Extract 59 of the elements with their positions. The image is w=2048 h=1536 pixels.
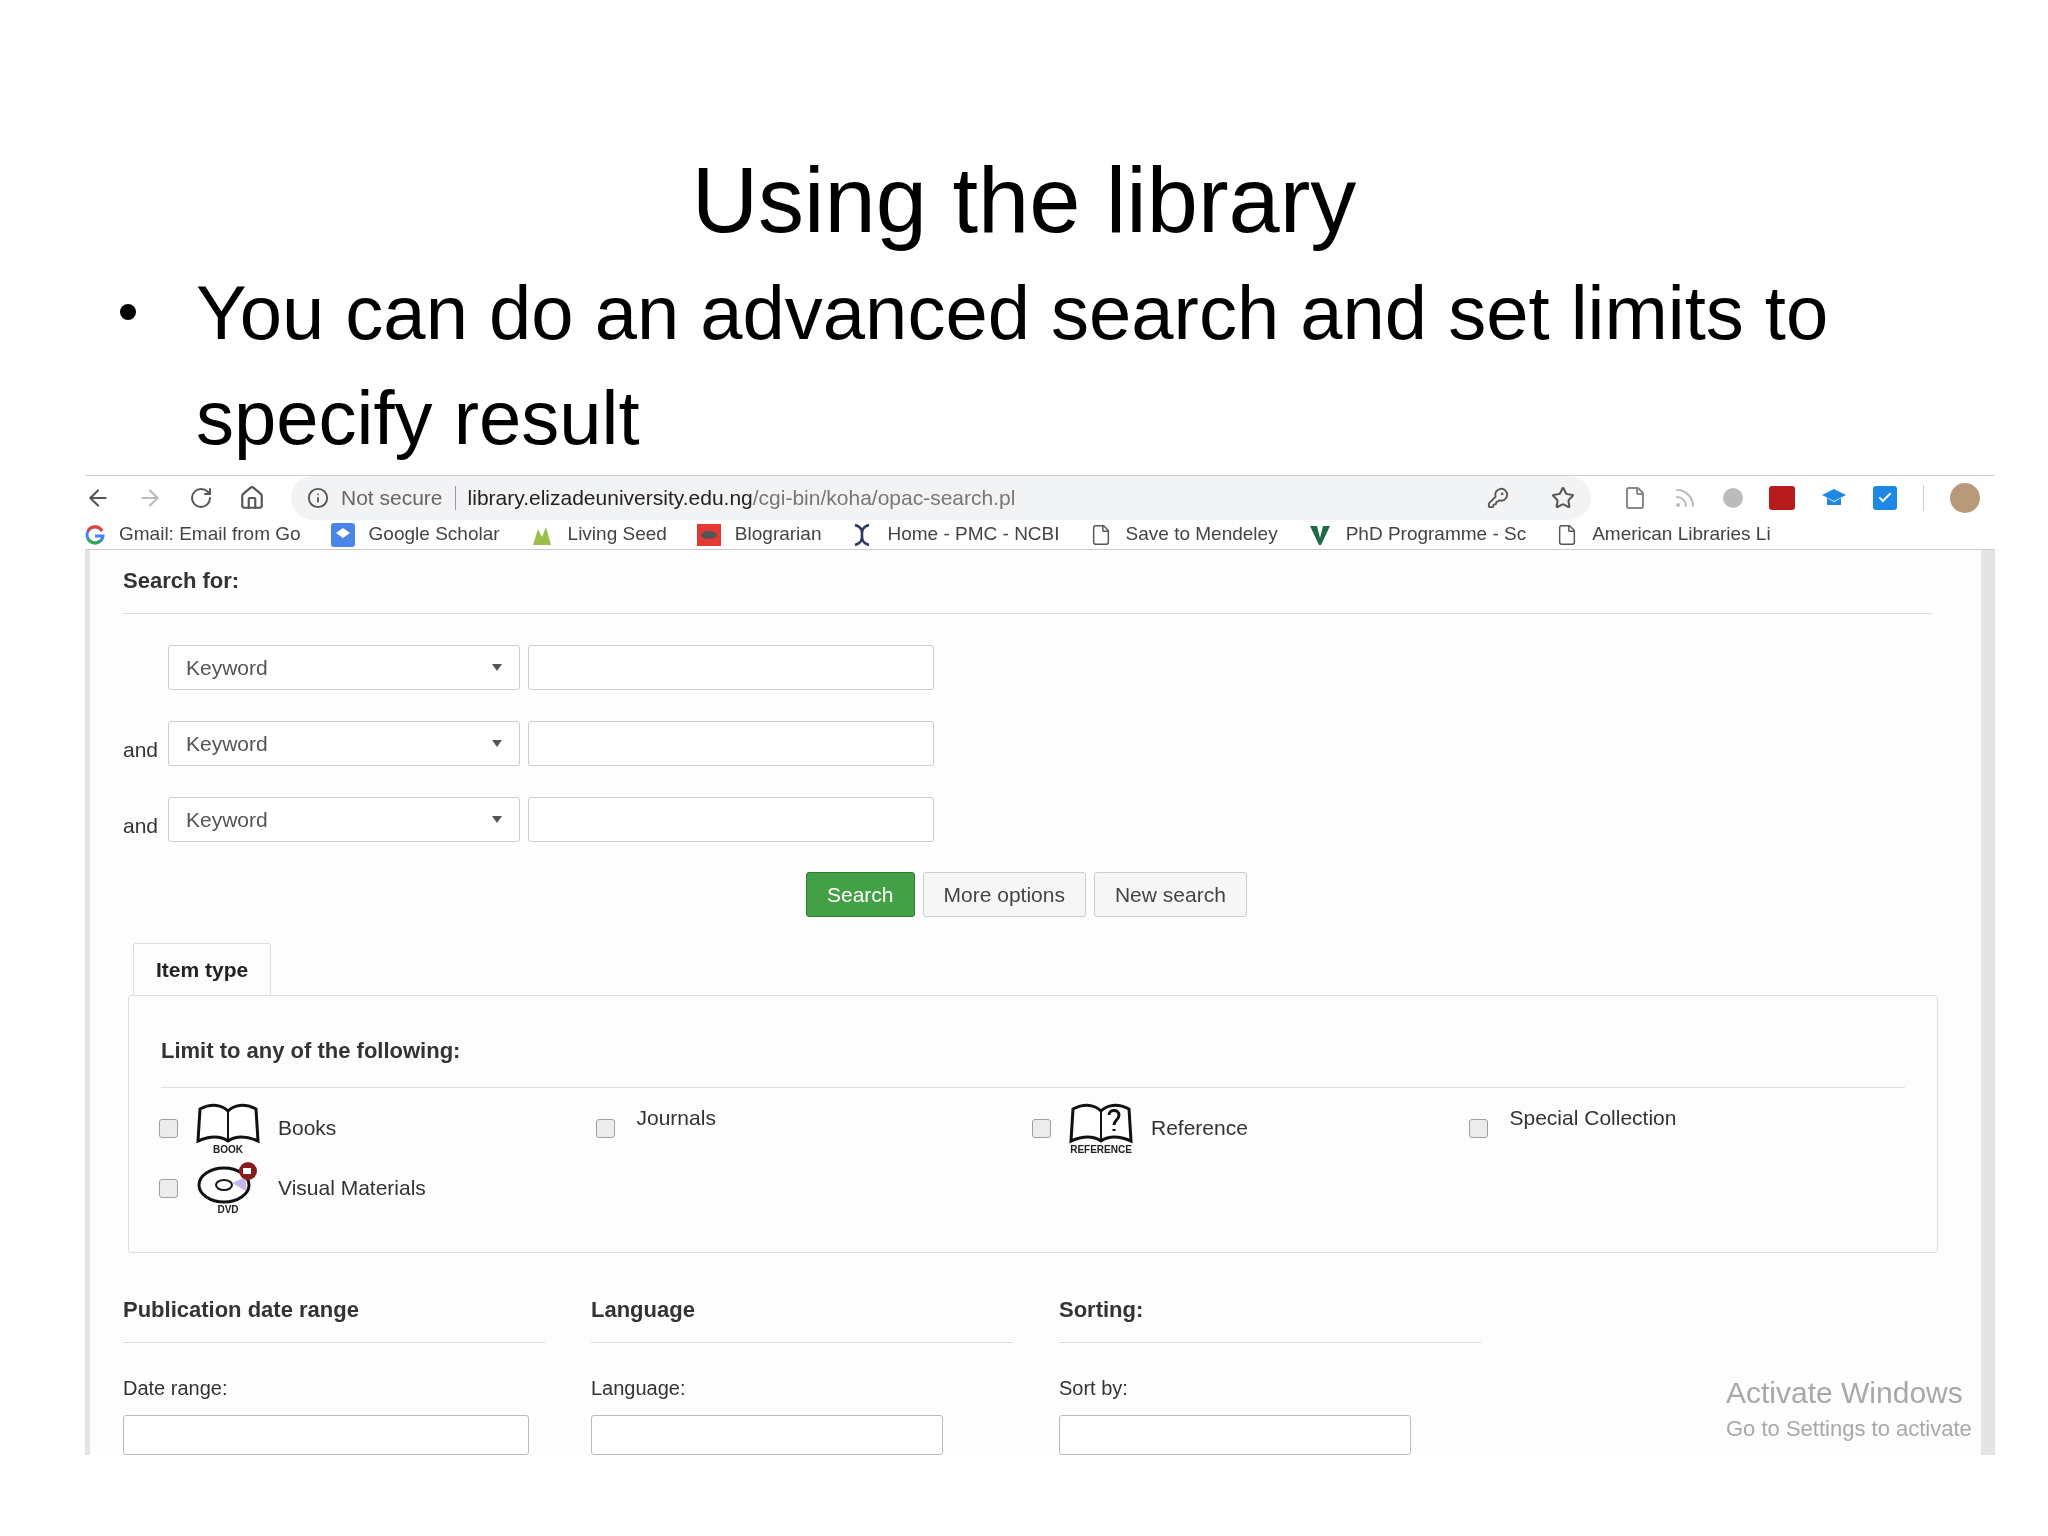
field-select[interactable]: Keyword xyxy=(168,797,520,842)
checkbox[interactable] xyxy=(159,1118,178,1138)
field-label: Language: xyxy=(591,1376,687,1401)
search-input[interactable] xyxy=(528,797,934,842)
bookmark[interactable]: Blograrian xyxy=(696,520,822,549)
reload-icon[interactable] xyxy=(189,486,213,510)
check-extension-icon[interactable] xyxy=(1873,486,1897,510)
dropdown-field[interactable] xyxy=(591,1415,943,1455)
item-type-label: Books xyxy=(278,1115,337,1142)
google-icon xyxy=(85,524,105,545)
secondary-button[interactable]: New search xyxy=(1093,872,1247,917)
activation-title: Activate Windows xyxy=(1726,1375,1964,1411)
bookmark[interactable]: Living Seed xyxy=(529,520,667,549)
dropdown-field[interactable] xyxy=(1059,1415,1411,1455)
activation-text: Go to Settings to activate xyxy=(1726,1415,1972,1443)
bookmark[interactable]: Gmail: Email from Go xyxy=(85,520,301,549)
search-input[interactable] xyxy=(528,721,934,766)
checkbox[interactable] xyxy=(595,1118,615,1138)
url-text: library.elizadeuniversity.edu.ng/cgi-bin/koha/opac-search.pl xyxy=(467,485,1016,512)
connector-label: and xyxy=(123,736,159,763)
slide-title: Using the library xyxy=(690,148,1358,253)
checkbox[interactable] xyxy=(1032,1118,1051,1138)
bookmark[interactable]: Google Scholar xyxy=(330,520,500,549)
section-heading: Search for: xyxy=(123,564,1932,614)
connector-label: and xyxy=(123,812,159,839)
search-input[interactable] xyxy=(528,645,934,690)
field-label: Date range: xyxy=(123,1376,229,1401)
security-label: Not secure xyxy=(341,485,443,512)
star-icon[interactable] xyxy=(1551,486,1575,510)
field-label: Sort by: xyxy=(1059,1376,1129,1401)
limit-heading: Limit to any of the following: xyxy=(161,1034,1905,1088)
info-icon xyxy=(307,487,329,509)
home-icon[interactable] xyxy=(239,485,265,511)
checkbox[interactable] xyxy=(159,1178,178,1198)
bullet-icon xyxy=(120,304,136,320)
page-icon[interactable] xyxy=(1623,486,1647,510)
item-type-label: Reference xyxy=(1151,1115,1248,1142)
bookmark[interactable]: PhD Programme - Sc xyxy=(1307,520,1527,549)
bookmark[interactable]: Save to Mendeley xyxy=(1089,520,1278,549)
field-select[interactable]: Keyword xyxy=(168,721,520,766)
item-type-label: Journals xyxy=(636,1105,716,1131)
item-type-label: Special Collection xyxy=(1509,1105,1677,1131)
checkbox[interactable] xyxy=(1468,1118,1488,1138)
secondary-button[interactable]: More options xyxy=(922,872,1086,917)
bookmark[interactable]: Home - PMC - NCBI xyxy=(851,520,1060,549)
key-icon[interactable] xyxy=(1487,487,1509,509)
section-heading: Publication date range xyxy=(123,1293,545,1343)
bullet-text: You can do an advanced search and set limits to specify result xyxy=(196,269,1830,462)
rss-icon[interactable] xyxy=(1673,486,1697,510)
item-type-label: Visual Materials xyxy=(278,1175,426,1202)
address-bar[interactable]: Not secure library.elizadeuniversity.edu.ng/cgi-bin/koha/opac-search.pl xyxy=(291,476,1591,520)
input-field[interactable] xyxy=(123,1415,529,1455)
section-heading: Language xyxy=(591,1293,1013,1343)
section-heading: Sorting: xyxy=(1059,1293,1481,1343)
blog-icon xyxy=(696,523,721,546)
tab[interactable]: Item type xyxy=(133,943,272,996)
bookmark[interactable]: American Libraries Li xyxy=(1556,520,1771,549)
avatar[interactable] xyxy=(1950,483,1980,513)
field-select[interactable]: Keyword xyxy=(168,645,520,690)
